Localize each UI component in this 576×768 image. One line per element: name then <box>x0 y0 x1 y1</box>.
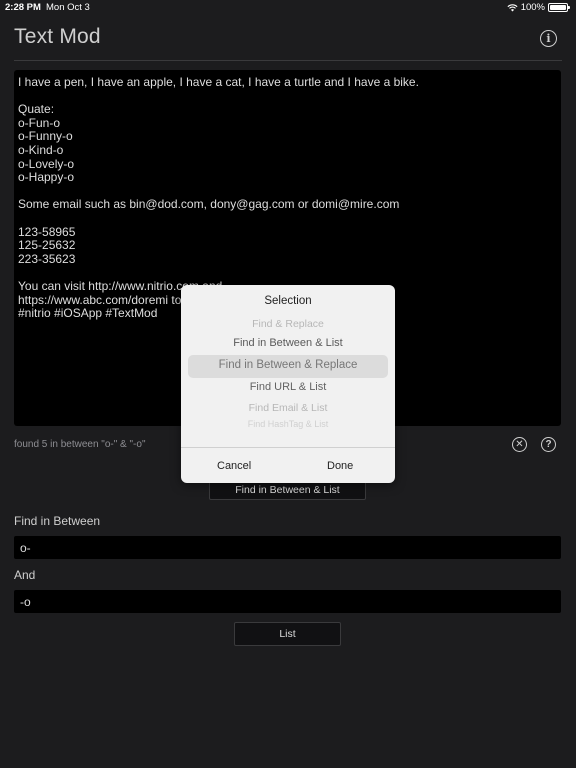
editor-line: o-Happy-o <box>18 170 75 185</box>
battery-percent: 100% <box>520 2 545 13</box>
find-in-between-input[interactable]: o- <box>14 536 561 559</box>
picker-option[interactable]: Find & Replace <box>188 319 388 330</box>
editor-line: 123-58965 <box>18 224 76 239</box>
app-title: Text Mod <box>14 25 101 48</box>
status-bar: 2:28 PM Mon Oct 3 100% <box>0 0 576 14</box>
editor-line: 223-35623 <box>18 251 76 266</box>
picker-option[interactable]: Find URL & List <box>188 381 388 393</box>
editor-line: o-Lovely-o <box>18 156 75 171</box>
battery-icon <box>548 3 570 12</box>
selection-dialog: Selection Find & CountFind & ReplaceFind… <box>181 285 395 483</box>
info-icon[interactable]: i <box>540 30 557 47</box>
editor-line: o-Kind-o <box>18 142 64 157</box>
picker-option[interactable]: Find in Between & List <box>188 337 388 349</box>
editor-line: 125-25632 <box>18 238 76 253</box>
picker-option[interactable]: Find in Between & Replace <box>188 359 388 371</box>
status-date: Mon Oct 3 <box>46 2 90 13</box>
dialog-divider <box>181 447 395 448</box>
cancel-button[interactable]: Cancel <box>217 460 251 472</box>
editor-line: o-Funny-o <box>18 129 73 144</box>
editor-line: Some email such as bin@dod.com, dony@gag… <box>18 197 400 212</box>
editor-line: I have a pen, I have an apple, I have a … <box>18 75 419 89</box>
list-button[interactable]: List <box>234 622 341 646</box>
header-divider <box>14 60 562 61</box>
status-time: 2:28 PM <box>5 2 41 13</box>
help-icon[interactable]: ? <box>541 437 556 452</box>
found-result-label: found 5 in between "o-" & "-o" <box>14 439 146 450</box>
wifi-icon <box>507 3 518 12</box>
picker-option[interactable]: Find HashTag & List <box>188 419 388 429</box>
find-in-between-label: Find in Between <box>14 514 101 528</box>
done-button[interactable]: Done <box>327 460 353 472</box>
editor-line: o-Fun-o <box>18 115 61 130</box>
dialog-title: Selection <box>264 295 312 307</box>
editor-line: Quate: <box>18 102 55 117</box>
picker-option[interactable]: Find Email & List <box>188 402 388 414</box>
clear-icon[interactable]: ✕ <box>512 437 527 452</box>
and-label: And <box>14 568 36 582</box>
selection-picker[interactable]: Find & CountFind & ReplaceFind in Betwee… <box>188 319 388 431</box>
and-input[interactable]: -o <box>14 590 561 613</box>
status-indicators: 100% <box>507 2 570 13</box>
